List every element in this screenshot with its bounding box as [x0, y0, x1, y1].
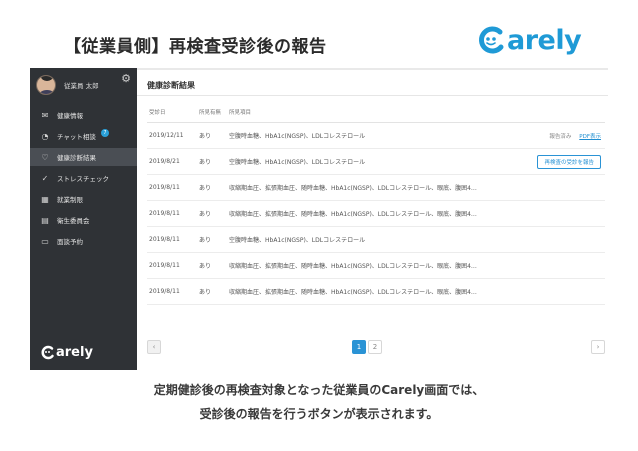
sidebar-item-label: 健康情報 — [57, 112, 83, 120]
column-header-date: 受診日 — [149, 109, 166, 116]
carely-mark-icon — [41, 345, 54, 360]
top-divider — [137, 68, 608, 70]
table-row[interactable]: 2019/8/11 あり 空腹時血糖、HbA1c(NGSP)、LDLコレステロー… — [147, 227, 605, 253]
sidebar-item-health-info[interactable]: ✉ 健康情報 — [30, 106, 137, 124]
clipboard-icon: ▤ — [41, 215, 49, 225]
table-row[interactable]: 2019/8/11 あり 収縮期血圧、拡張期血圧、随時血糖、HbA1c(NGSP… — [147, 175, 605, 201]
row-items: 空腹時血糖、HbA1c(NGSP)、LDLコレステロール — [229, 159, 366, 166]
calendar-icon: ▦ — [41, 194, 49, 204]
row-findings: あり — [199, 185, 212, 192]
row-findings: あり — [199, 263, 212, 270]
column-header-items: 所見項目 — [229, 109, 252, 116]
title-divider — [137, 95, 608, 96]
row-findings: あり — [199, 237, 212, 244]
page-2-button[interactable]: 2 — [368, 340, 382, 354]
sidebar-item-label: 面談予約 — [57, 238, 83, 246]
sidebar-item-label: 衛生委員会 — [57, 217, 90, 225]
sidebar-logo: arely — [40, 345, 93, 360]
sidebar-logo-text: arely — [56, 345, 93, 360]
table-row[interactable]: 2019/8/11 あり 収縮期血圧、拡張期血圧、随時血糖、HbA1c(NGSP… — [147, 279, 605, 305]
brand-text: arely — [507, 24, 582, 56]
id-card-icon: ▭ — [41, 236, 49, 246]
heart-icon: ♡ — [41, 152, 49, 162]
row-items: 収縮期血圧、拡張期血圧、随時血糖、HbA1c(NGSP)、LDLコレステロール、… — [229, 289, 477, 296]
row-action: 報告済み PDF表示 — [489, 132, 605, 140]
page-title: 健康診断結果 — [147, 81, 195, 90]
carely-mark-icon — [479, 26, 504, 54]
notification-badge: 7 — [101, 129, 109, 137]
row-findings: あり — [199, 133, 212, 140]
row-items: 空腹時血糖、HbA1c(NGSP)、LDLコレステロール — [229, 133, 366, 140]
sidebar-item-chat[interactable]: ◔ チャット相談 7 — [30, 127, 137, 145]
sidebar-item-committee[interactable]: ▤ 衛生委員会 — [30, 211, 137, 229]
table-row[interactable]: 2019/12/11 あり 空腹時血糖、HbA1c(NGSP)、LDLコレステロ… — [147, 123, 605, 149]
row-date: 2019/8/11 — [149, 288, 180, 295]
page-1-button[interactable]: 1 — [352, 340, 366, 354]
user-profile[interactable]: 従業員 太郎 — [36, 74, 133, 96]
prev-page-button[interactable]: ‹ — [147, 340, 161, 354]
sidebar: 従業員 太郎 ⚙ ✉ 健康情報 ◔ チャット相談 7 ♡ 健康診断結果 ✓ スト… — [30, 68, 137, 370]
sidebar-item-label: チャット相談 — [57, 133, 96, 141]
table-row[interactable]: 2019/8/11 あり 収縮期血圧、拡張期血圧、随時血糖、HbA1c(NGSP… — [147, 253, 605, 279]
app-screenshot: 従業員 太郎 ⚙ ✉ 健康情報 ◔ チャット相談 7 ♡ 健康診断結果 ✓ スト… — [30, 68, 608, 370]
sidebar-item-stress-check[interactable]: ✓ ストレスチェック — [30, 169, 137, 187]
report-reexam-button[interactable]: 再検査の受診を報告 — [537, 154, 601, 169]
row-items: 空腹時血糖、HbA1c(NGSP)、LDLコレステロール — [229, 237, 366, 244]
sidebar-item-label: ストレスチェック — [57, 175, 109, 183]
main-content: 健康診断結果 受診日 所見有無 所見項目 2019/12/11 あり 空腹時血糖… — [137, 68, 608, 370]
sidebar-item-checkup-results[interactable]: ♡ 健康診断結果 — [30, 148, 137, 166]
checkup-table: 受診日 所見有無 所見項目 2019/12/11 あり 空腹時血糖、HbA1c(… — [147, 101, 605, 305]
avatar[interactable] — [36, 75, 56, 95]
pdf-link[interactable]: PDF表示 — [579, 134, 601, 140]
sidebar-item-label: 就業制限 — [57, 196, 83, 204]
row-action: 再検査の受診を報告 — [489, 154, 605, 169]
next-page-button[interactable]: › — [591, 340, 605, 354]
row-date: 2019/12/11 — [149, 132, 184, 139]
sidebar-item-work-restriction[interactable]: ▦ 就業制限 — [30, 190, 137, 208]
row-findings: あり — [199, 159, 212, 166]
sidebar-item-label: 健康診断結果 — [57, 154, 96, 162]
caption-line-2: 受診後の報告を行うボタンが表示されます。 — [199, 407, 439, 421]
check-icon: ✓ — [41, 173, 49, 183]
row-date: 2019/8/11 — [149, 262, 180, 269]
table-row[interactable]: 2019/8/21 あり 空腹時血糖、HbA1c(NGSP)、LDLコレステロー… — [147, 149, 605, 175]
row-items: 収縮期血圧、拡張期血圧、随時血糖、HbA1c(NGSP)、LDLコレステロール、… — [229, 263, 477, 270]
row-date: 2019/8/11 — [149, 210, 180, 217]
row-items: 収縮期血圧、拡張期血圧、随時血糖、HbA1c(NGSP)、LDLコレステロール、… — [229, 211, 477, 218]
chat-icon: ◔ — [41, 131, 49, 141]
row-findings: あり — [199, 289, 212, 296]
row-date: 2019/8/11 — [149, 184, 180, 191]
envelope-icon: ✉ — [41, 110, 49, 120]
row-date: 2019/8/11 — [149, 236, 180, 243]
user-name: 従業員 太郎 — [64, 82, 99, 90]
slide-title: 【従業員側】再検査受診後の報告 — [64, 37, 327, 57]
caption-line-1: 定期健診後の再検査対象となった従業員のCarely画面では、 — [153, 383, 485, 397]
pagination: ‹ 1 2 › — [147, 340, 605, 356]
row-date: 2019/8/21 — [149, 158, 180, 165]
table-header: 受診日 所見有無 所見項目 — [147, 101, 605, 123]
row-items: 収縮期血圧、拡張期血圧、随時血糖、HbA1c(NGSP)、LDLコレステロール、… — [229, 185, 477, 192]
carely-logo: arely — [476, 22, 582, 58]
table-row[interactable]: 2019/8/11 あり 収縮期血圧、拡張期血圧、随時血糖、HbA1c(NGSP… — [147, 201, 605, 227]
reported-label: 報告済み — [549, 133, 572, 140]
row-findings: あり — [199, 211, 212, 218]
column-header-findings: 所見有無 — [199, 109, 222, 116]
sidebar-item-interview[interactable]: ▭ 面談予約 — [30, 232, 137, 250]
gear-icon[interactable]: ⚙ — [121, 72, 131, 85]
sidebar-nav: ✉ 健康情報 ◔ チャット相談 7 ♡ 健康診断結果 ✓ ストレスチェック ▦ … — [30, 106, 137, 253]
